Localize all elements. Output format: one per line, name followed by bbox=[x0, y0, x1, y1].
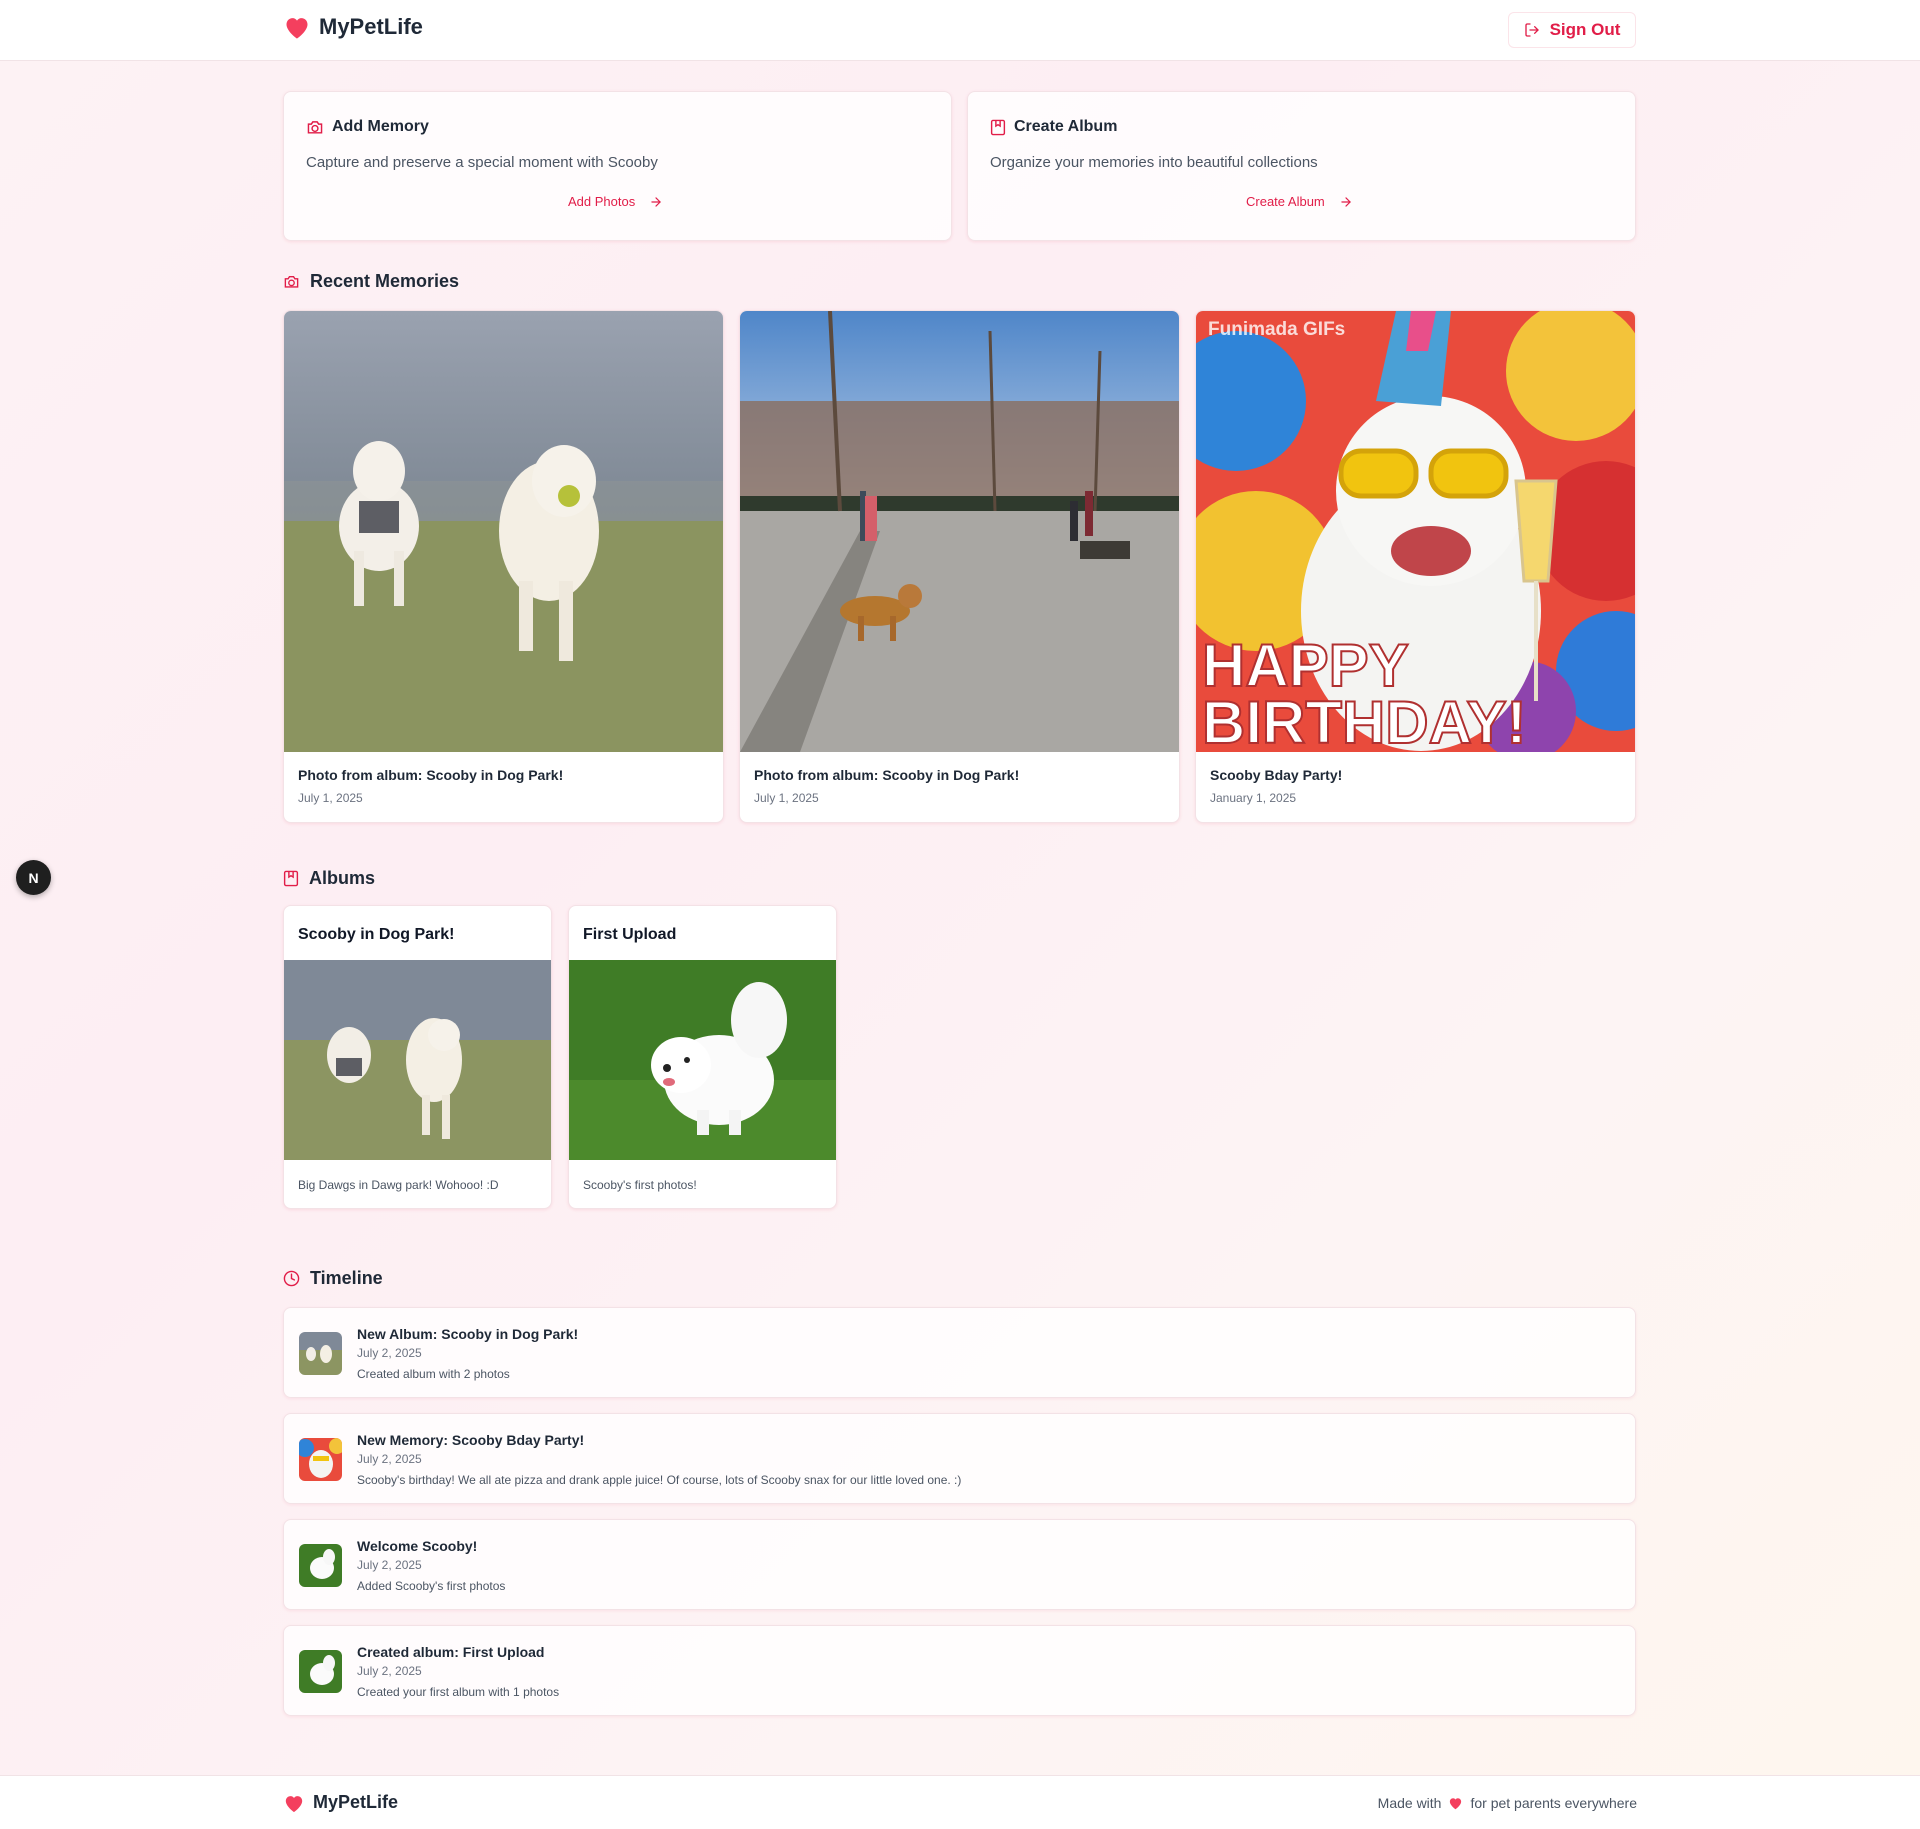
memory-photo[interactable] bbox=[740, 311, 1179, 752]
create-album-card: Create Album Organize your memories into… bbox=[967, 91, 1636, 241]
albums-heading: Albums bbox=[283, 868, 375, 889]
album-cover-photo[interactable] bbox=[284, 960, 551, 1160]
add-photos-link[interactable]: Add Photos bbox=[568, 194, 663, 209]
timeline-thumbnail bbox=[299, 1438, 342, 1481]
bookmark-album-icon bbox=[990, 119, 1006, 135]
album-cover-photo[interactable] bbox=[569, 960, 836, 1160]
timeline-title: Welcome Scooby! bbox=[357, 1538, 478, 1554]
create-album-title: Create Album bbox=[990, 118, 1117, 136]
memory-date: July 1, 2025 bbox=[298, 791, 363, 805]
create-album-link[interactable]: Create Album bbox=[1246, 194, 1353, 209]
timeline-title: Created album: First Upload bbox=[357, 1644, 545, 1660]
arrow-right-icon bbox=[1341, 196, 1351, 207]
image-text-line: BIRTHDAY! bbox=[1202, 689, 1526, 752]
sign-out-label: Sign Out bbox=[1549, 20, 1621, 39]
page-footer: MyPetLife Made with for pet parents ever… bbox=[0, 1775, 1920, 1829]
app-name: MyPetLife bbox=[319, 14, 423, 39]
heart-icon bbox=[1450, 1798, 1462, 1810]
timeline-title: New Memory: Scooby Bday Party! bbox=[357, 1432, 585, 1448]
timeline-item[interactable]: New Memory: Scooby Bday Party! July 2, 2… bbox=[283, 1413, 1636, 1504]
memory-caption: Photo from album: Scooby in Dog Park! bbox=[754, 767, 1020, 783]
timeline-date: July 2, 2025 bbox=[357, 1558, 422, 1572]
memory-photo[interactable] bbox=[284, 311, 723, 752]
album-name: Scooby in Dog Park! bbox=[298, 926, 455, 943]
add-memory-card: Add Memory Capture and preserve a specia… bbox=[283, 91, 952, 241]
album-description: Big Dawgs in Dawg park! Wohooo! :D bbox=[298, 1178, 499, 1192]
timeline-text: Scooby's birthday! We all ate pizza and … bbox=[357, 1473, 962, 1487]
clock-icon bbox=[283, 1270, 300, 1287]
timeline-item[interactable]: Welcome Scooby! July 2, 2025 Added Scoob… bbox=[283, 1519, 1636, 1610]
app-logo[interactable]: MyPetLife bbox=[283, 14, 423, 40]
album-card[interactable]: Scooby in Dog Park! Big Dawgs in Dawg pa… bbox=[283, 905, 552, 1209]
top-header: MyPetLife Sign Out bbox=[0, 0, 1920, 61]
timeline-title: New Album: Scooby in Dog Park! bbox=[357, 1326, 579, 1342]
memory-card[interactable]: Funimada GIFs HAPPY BIRTHDAY! Scooby Bda… bbox=[1195, 310, 1636, 823]
album-card[interactable]: First Upload Scooby's first photos! bbox=[568, 905, 837, 1209]
arrow-right-icon bbox=[651, 196, 662, 207]
timeline-text: Created album with 2 photos bbox=[357, 1367, 510, 1381]
logout-icon bbox=[1524, 23, 1539, 37]
heart-icon bbox=[286, 18, 308, 39]
add-memory-description: Capture and preserve a special moment wi… bbox=[306, 154, 658, 171]
timeline-item[interactable]: New Album: Scooby in Dog Park! July 2, 2… bbox=[283, 1307, 1636, 1398]
image-watermark: Funimada GIFs bbox=[1208, 319, 1345, 340]
timeline-date: July 2, 2025 bbox=[357, 1346, 422, 1360]
timeline-thumbnail bbox=[299, 1544, 342, 1587]
create-album-description: Organize your memories into beautiful co… bbox=[990, 154, 1318, 171]
timeline-text: Created your first album with 1 photos bbox=[357, 1685, 560, 1699]
memory-card[interactable]: Photo from album: Scooby in Dog Park! Ju… bbox=[283, 310, 724, 823]
timeline-thumbnail bbox=[299, 1332, 342, 1375]
memory-date: July 1, 2025 bbox=[754, 791, 819, 805]
memory-caption: Photo from album: Scooby in Dog Park! bbox=[298, 767, 564, 783]
camera-icon bbox=[284, 276, 299, 288]
timeline-item[interactable]: Created album: First Upload July 2, 2025… bbox=[283, 1625, 1636, 1716]
heart-icon bbox=[285, 1795, 303, 1812]
memory-caption: Scooby Bday Party! bbox=[1210, 767, 1343, 783]
memory-photo[interactable]: Funimada GIFs HAPPY BIRTHDAY! bbox=[1196, 311, 1635, 752]
sign-out-button[interactable]: Sign Out bbox=[1508, 12, 1636, 48]
album-description: Scooby's first photos! bbox=[583, 1178, 697, 1192]
bookmark-album-icon bbox=[283, 870, 299, 887]
camera-icon bbox=[307, 121, 323, 134]
nextjs-dev-badge[interactable]: N bbox=[16, 860, 51, 895]
footer-note: Made with for pet parents everywhere bbox=[1377, 1795, 1637, 1811]
timeline-date: July 2, 2025 bbox=[357, 1452, 422, 1466]
timeline-text: Added Scooby's first photos bbox=[357, 1579, 506, 1593]
memory-card[interactable]: Photo from album: Scooby in Dog Park! Ju… bbox=[739, 310, 1180, 823]
timeline-date: July 2, 2025 bbox=[357, 1664, 422, 1678]
memory-date: January 1, 2025 bbox=[1210, 791, 1297, 805]
album-name: First Upload bbox=[583, 926, 677, 943]
add-memory-title: Add Memory bbox=[306, 118, 429, 136]
timeline-heading: Timeline bbox=[283, 1268, 383, 1289]
footer-logo[interactable]: MyPetLife bbox=[283, 1792, 398, 1813]
recent-memories-heading: Recent Memories bbox=[283, 271, 459, 292]
timeline-thumbnail bbox=[299, 1650, 342, 1693]
